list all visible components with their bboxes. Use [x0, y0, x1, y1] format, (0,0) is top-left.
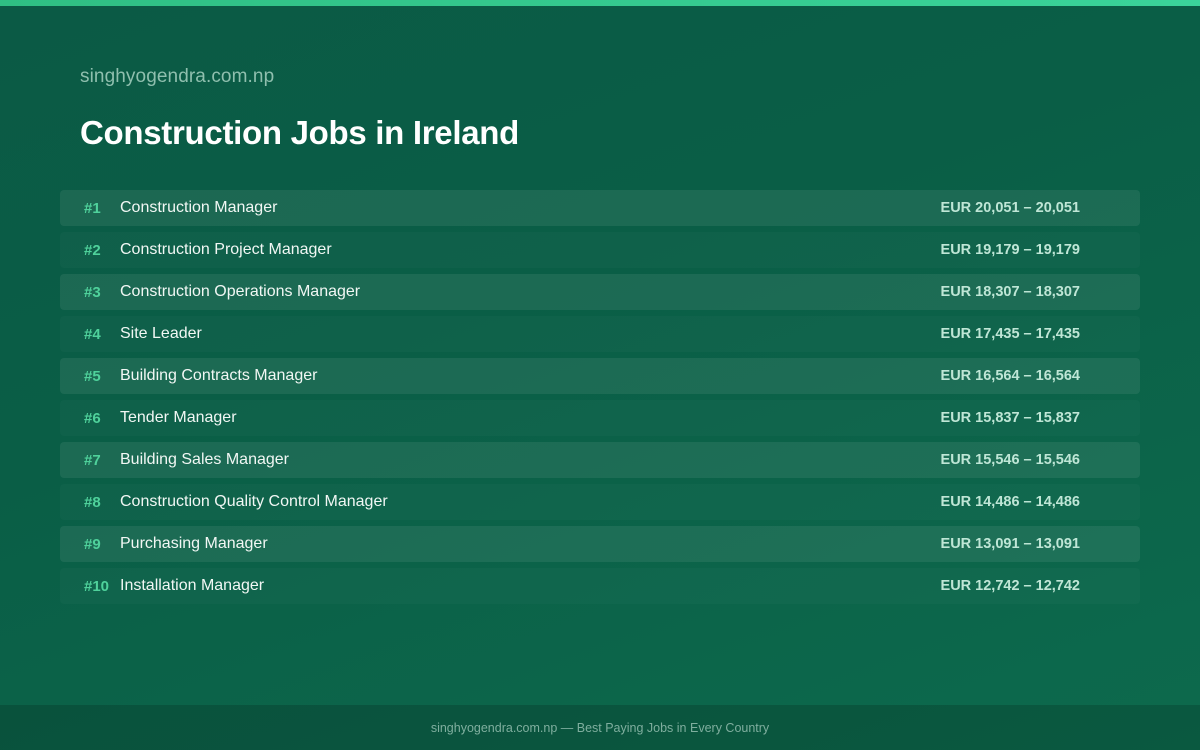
job-title: Construction Quality Control Manager: [120, 493, 388, 510]
job-row: #6 Tender Manager EUR 15,837 – 15,837: [60, 400, 1140, 436]
job-row: #7 Building Sales Manager EUR 15,546 – 1…: [60, 442, 1140, 478]
job-title: Construction Operations Manager: [120, 283, 361, 300]
job-rank: #7: [84, 451, 101, 469]
job-title: Building Contracts Manager: [120, 367, 318, 384]
job-row: #2 Construction Project Manager EUR 19,1…: [60, 232, 1140, 268]
job-salary: EUR 17,435 – 17,435: [940, 326, 1080, 342]
job-salary: EUR 13,091 – 13,091: [940, 536, 1080, 552]
job-rank: #2: [84, 241, 101, 259]
job-rank: #10: [84, 577, 110, 595]
job-title: Construction Project Manager: [120, 241, 332, 258]
job-row: #1 Construction Manager EUR 20,051 – 20,…: [60, 190, 1140, 226]
job-row: #9 Purchasing Manager EUR 13,091 – 13,09…: [60, 526, 1140, 562]
job-salary: EUR 16,564 – 16,564: [940, 368, 1080, 384]
page-title: Construction Jobs in Ireland: [80, 114, 519, 151]
site-name: singhyogendra.com.np: [80, 66, 275, 87]
job-title: Construction Manager: [120, 199, 278, 216]
job-rank: #1: [84, 199, 101, 217]
job-row: #8 Construction Quality Control Manager …: [60, 484, 1140, 520]
job-salary: EUR 15,837 – 15,837: [940, 410, 1080, 426]
job-title: Building Sales Manager: [120, 451, 289, 468]
job-title: Purchasing Manager: [120, 535, 268, 552]
job-rank: #3: [84, 283, 101, 301]
job-salary: EUR 18,307 – 18,307: [940, 284, 1080, 300]
job-row: #5 Building Contracts Manager EUR 16,564…: [60, 358, 1140, 394]
job-salary: EUR 20,051 – 20,051: [940, 200, 1080, 216]
job-rank: #6: [84, 409, 101, 427]
job-salary: EUR 14,486 – 14,486: [940, 494, 1080, 510]
job-title: Tender Manager: [120, 409, 237, 426]
job-list: #1 Construction Manager EUR 20,051 – 20,…: [60, 190, 1140, 610]
job-row: #4 Site Leader EUR 17,435 – 17,435: [60, 316, 1140, 352]
job-rank: #5: [84, 367, 101, 385]
job-row: #10 Installation Manager EUR 12,742 – 12…: [60, 568, 1140, 604]
top-accent-bar: [0, 0, 1200, 6]
job-rank: #8: [84, 493, 101, 511]
job-title: Installation Manager: [120, 577, 265, 594]
job-salary: EUR 15,546 – 15,546: [940, 452, 1080, 468]
job-rank: #9: [84, 535, 101, 553]
job-rank: #4: [84, 325, 101, 343]
job-salary: EUR 19,179 – 19,179: [940, 242, 1080, 258]
footer-text: singhyogendra.com.np — Best Paying Jobs …: [430, 720, 770, 735]
job-title: Site Leader: [120, 325, 202, 342]
footer: singhyogendra.com.np — Best Paying Jobs …: [0, 705, 1200, 750]
job-row: #3 Construction Operations Manager EUR 1…: [60, 274, 1140, 310]
job-salary: EUR 12,742 – 12,742: [940, 578, 1080, 594]
